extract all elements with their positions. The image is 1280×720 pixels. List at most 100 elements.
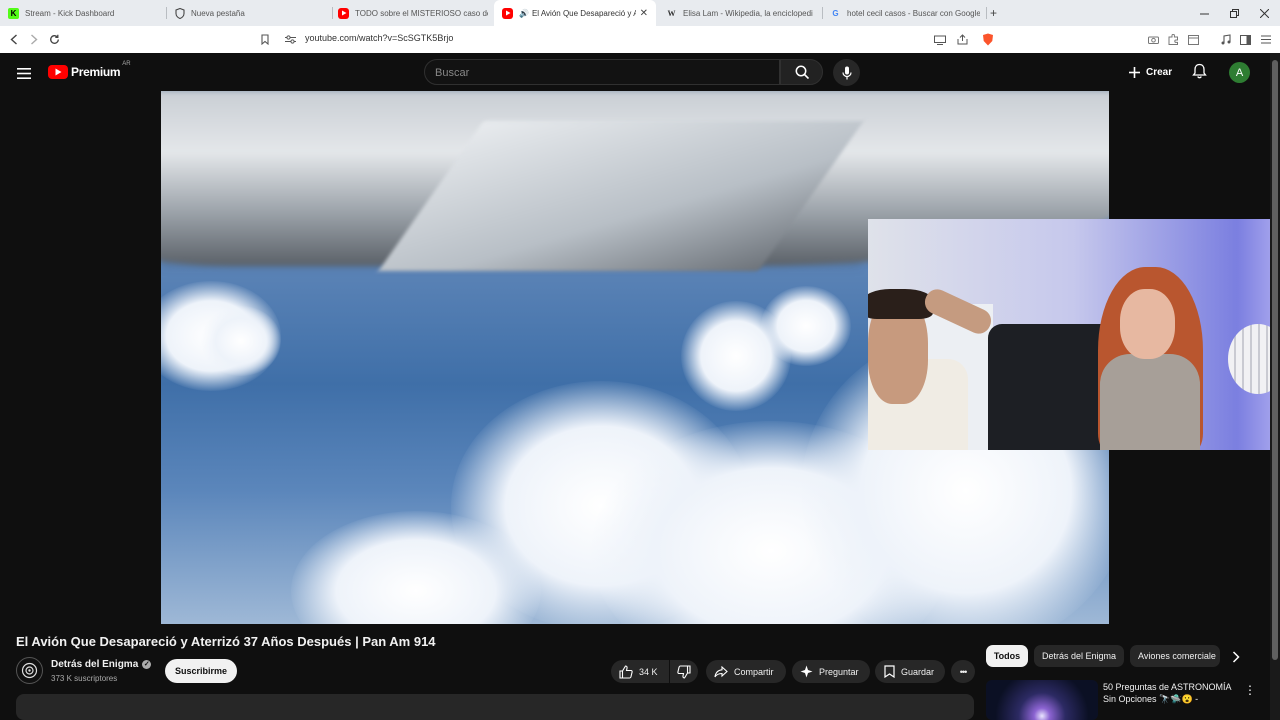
extensions-icon[interactable] xyxy=(1163,26,1183,53)
voice-search-button[interactable] xyxy=(833,59,860,86)
recommendation-title[interactable]: 50 Preguntas de ASTRONOMÍA Sin Opciones … xyxy=(1103,681,1238,705)
cloud xyxy=(201,306,281,376)
cast-icon[interactable] xyxy=(930,26,950,53)
youtube-header: Premium AR Buscar Crear A xyxy=(0,53,1270,91)
channel-logo-icon xyxy=(21,662,38,679)
tab-label: TODO sobre el MISTERIOSO caso de xyxy=(355,8,488,18)
notifications-bell-icon[interactable] xyxy=(1192,63,1207,84)
search-input[interactable]: Buscar xyxy=(424,59,780,85)
tab-google-search[interactable]: G hotel cecil casos - Buscar con Google xyxy=(830,0,980,26)
music-icon[interactable] xyxy=(1216,26,1236,53)
tab-divider xyxy=(986,7,987,19)
tab-label: Nueva pestaña xyxy=(191,8,245,18)
tab-label: El Avión Que Desapareció y A xyxy=(531,8,636,18)
restore-icon[interactable] xyxy=(1218,0,1250,26)
channel-name-text: Detrás del Enigma xyxy=(51,659,139,670)
tab-divider xyxy=(166,7,167,19)
sidebar-icon[interactable] xyxy=(1235,26,1255,53)
tab-el-avion-active[interactable]: 🔊 El Avión Que Desapareció y A ✕ xyxy=(494,0,656,26)
streamer-webcam-overlay xyxy=(868,219,1278,450)
close-tab-icon[interactable]: ✕ xyxy=(640,8,648,19)
tab-search-icon[interactable] xyxy=(1183,26,1203,53)
recommendation-thumbnail[interactable] xyxy=(986,680,1098,720)
like-count: 34 K xyxy=(639,666,658,677)
cloud xyxy=(761,286,851,366)
reload-icon[interactable] xyxy=(44,26,64,53)
chip-all[interactable]: Todos xyxy=(986,645,1028,667)
tab-divider xyxy=(822,7,823,19)
url-field[interactable]: youtube.com/watch?v=ScSGTK5Brjo xyxy=(305,33,453,43)
site-settings-icon[interactable] xyxy=(280,26,300,53)
dislike-button[interactable] xyxy=(670,660,698,683)
plus-icon xyxy=(1129,66,1140,78)
webcam-person-right-face xyxy=(1120,289,1175,359)
google-icon: G xyxy=(832,8,839,18)
youtube-icon xyxy=(502,7,513,19)
chip-aviones-comerciales[interactable]: Aviones comerciale xyxy=(1130,645,1220,667)
subscriber-count: 373 K suscriptores xyxy=(51,674,118,683)
thumbs-down-icon xyxy=(677,664,691,679)
tab-label: Elisa Lam - Wikipedia, la enciclopedi xyxy=(683,8,813,18)
tab-wikipedia-elisa-lam[interactable]: W Elisa Lam - Wikipedia, la enciclopedi xyxy=(666,0,816,26)
search-button[interactable] xyxy=(780,59,823,85)
camera-icon[interactable] xyxy=(1143,26,1163,53)
tab-new-tab[interactable]: Nueva pestaña xyxy=(174,0,334,26)
tab-label: hotel cecil casos - Buscar con Google xyxy=(847,8,980,18)
country-badge: AR xyxy=(122,61,131,67)
channel-name[interactable]: Detrás del Enigma ✓ xyxy=(51,659,152,670)
ask-button[interactable]: Preguntar xyxy=(792,660,870,683)
shield-icon xyxy=(174,7,185,19)
youtube-logo-icon xyxy=(48,65,68,79)
like-button[interactable]: 34 K xyxy=(611,660,669,683)
more-actions-button[interactable]: ••• xyxy=(951,660,975,683)
create-button[interactable]: Crear xyxy=(1128,62,1172,82)
create-label: Crear xyxy=(1146,66,1173,78)
share-page-icon[interactable] xyxy=(952,26,972,53)
forward-icon[interactable] xyxy=(24,26,44,53)
speaker-icon[interactable]: 🔊 xyxy=(519,9,529,18)
tab-divider xyxy=(332,7,333,19)
sparkle-icon xyxy=(800,665,813,678)
search-icon xyxy=(795,65,809,79)
minimize-icon[interactable] xyxy=(1188,0,1220,26)
account-avatar[interactable]: A xyxy=(1229,62,1250,83)
close-window-icon[interactable] xyxy=(1248,0,1280,26)
save-label: Guardar xyxy=(901,666,935,677)
description-box[interactable] xyxy=(16,694,974,720)
logo-text: Premium xyxy=(71,65,121,79)
webcam-person-left-hair xyxy=(868,289,933,319)
share-label: Compartir xyxy=(734,666,774,677)
tab-kick-dashboard[interactable]: K Stream - Kick Dashboard xyxy=(8,0,168,26)
back-icon[interactable] xyxy=(4,26,24,53)
browser-tab-strip: K Stream - Kick Dashboard Nueva pestaña … xyxy=(0,0,1280,26)
share-arrow-icon xyxy=(714,665,728,677)
brave-shield-icon[interactable] xyxy=(978,26,998,53)
video-title: El Avión Que Desapareció y Aterrizó 37 A… xyxy=(16,634,436,649)
subscribe-button[interactable]: Suscribirme xyxy=(165,659,237,683)
save-bookmark-icon xyxy=(884,665,895,678)
chip-detras-del-enigma[interactable]: Detrás del Enigma xyxy=(1034,645,1124,667)
hamburger-menu-icon[interactable] xyxy=(17,66,31,84)
youtube-premium-logo[interactable]: Premium AR xyxy=(48,61,131,79)
microphone-icon xyxy=(841,66,852,79)
browser-toolbar: youtube.com/watch?v=ScSGTK5Brjo xyxy=(0,26,1280,54)
new-tab-button[interactable]: + xyxy=(990,0,1006,26)
search-placeholder: Buscar xyxy=(435,67,470,79)
tab-todo-misterioso[interactable]: TODO sobre el MISTERIOSO caso de xyxy=(338,0,488,26)
youtube-icon xyxy=(338,7,349,19)
menu-icon[interactable] xyxy=(1256,26,1276,53)
bookmark-icon[interactable] xyxy=(255,26,275,53)
share-button[interactable]: Compartir xyxy=(706,660,786,683)
tab-label: Stream - Kick Dashboard xyxy=(25,8,115,18)
webcam-person-right-body xyxy=(1100,354,1200,450)
thumbs-up-icon xyxy=(619,664,633,679)
scrollbar-thumb[interactable] xyxy=(1272,60,1278,660)
kick-icon: K xyxy=(8,7,19,19)
channel-avatar[interactable] xyxy=(16,657,43,684)
ask-label: Preguntar xyxy=(819,666,859,677)
wikipedia-icon: W xyxy=(667,8,676,18)
chevron-right-icon[interactable] xyxy=(1232,650,1240,668)
save-button[interactable]: Guardar xyxy=(875,660,945,683)
verified-check-icon: ✓ xyxy=(142,660,152,669)
more-vertical-icon[interactable]: ⋮ xyxy=(1244,683,1256,697)
